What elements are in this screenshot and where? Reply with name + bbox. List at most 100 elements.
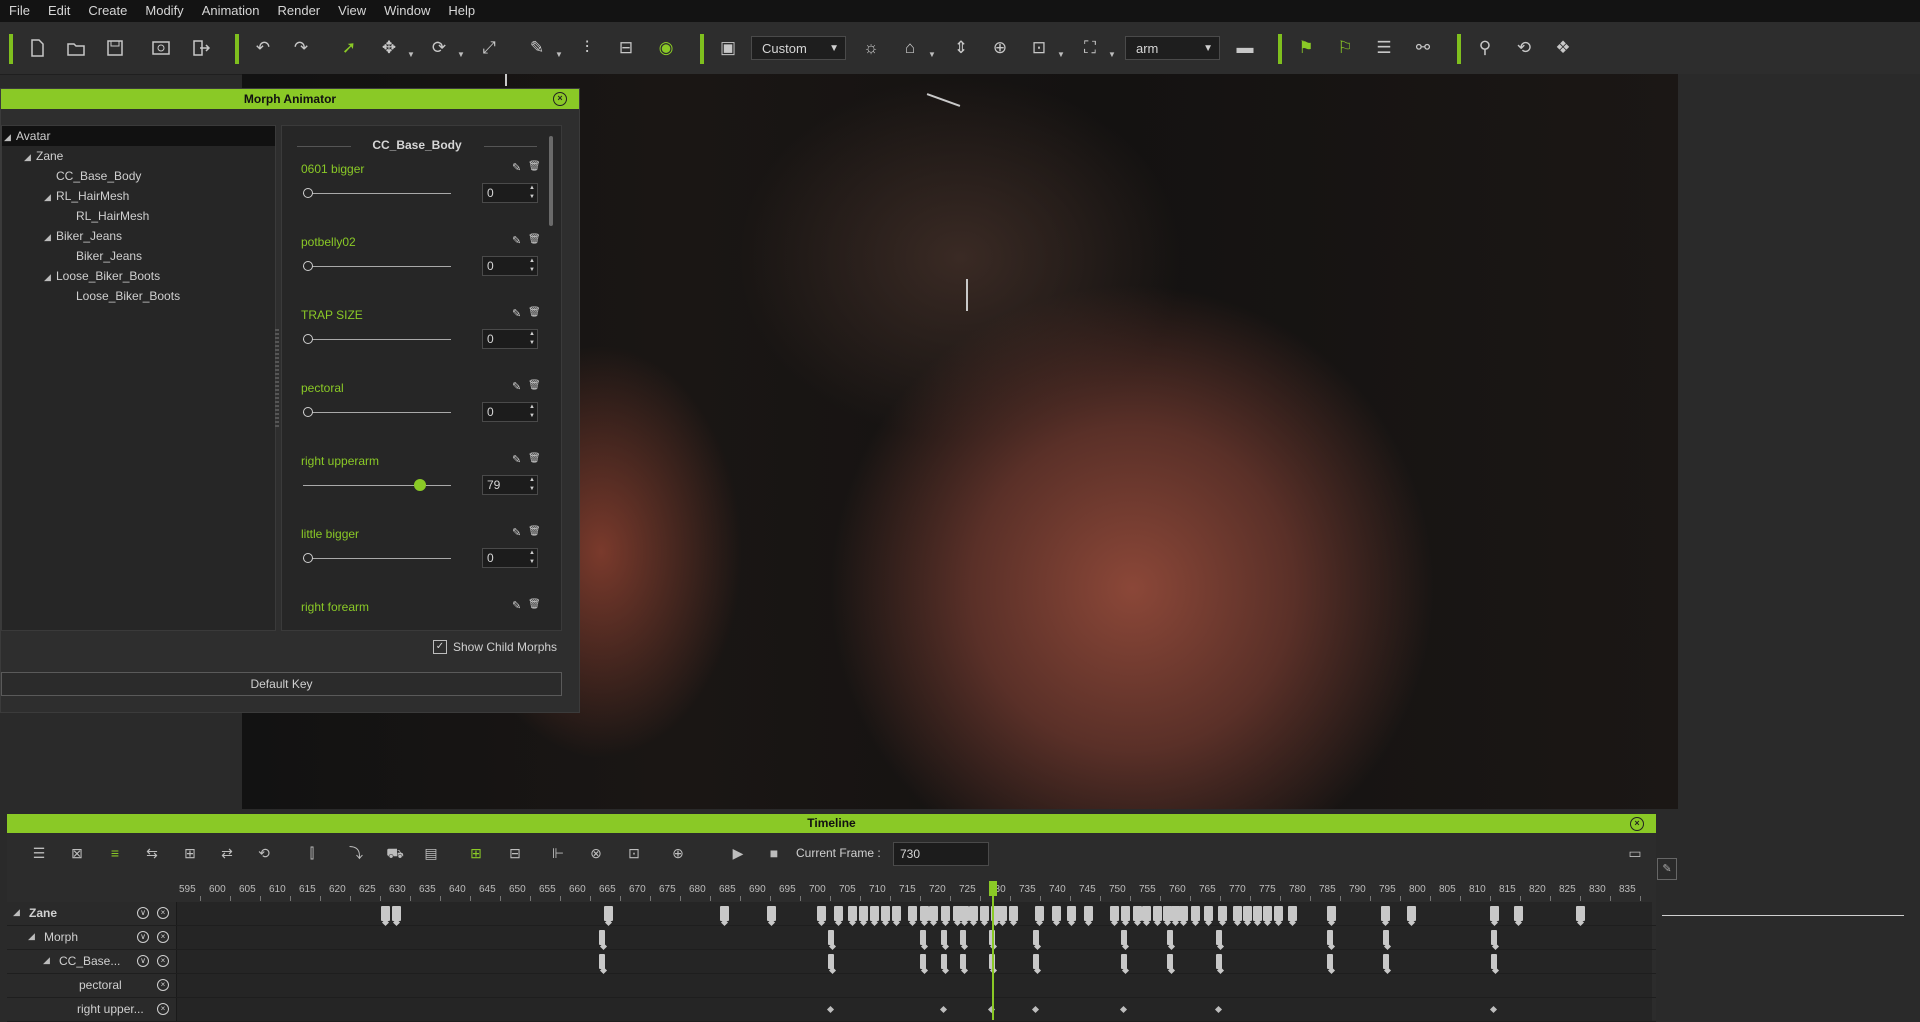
group-icon[interactable]: ❖	[1550, 35, 1576, 61]
bone-icon[interactable]: ⚯	[1410, 35, 1436, 61]
export-icon[interactable]	[188, 35, 214, 61]
keyframe[interactable]	[1216, 954, 1222, 969]
tree-item[interactable]: ◢ RL_HairMesh	[2, 186, 275, 206]
keyframe[interactable]	[604, 906, 613, 921]
morph-value-stepper[interactable]: 0 ▲ ▼	[482, 548, 538, 568]
timeline-track[interactable]: pectoral ×	[7, 974, 1656, 998]
keyframe[interactable]	[960, 906, 969, 921]
current-frame-input[interactable]: 730	[893, 842, 989, 866]
close-icon[interactable]: ×	[553, 92, 567, 106]
motion-loop-icon[interactable]: ⟲	[1511, 35, 1537, 61]
keyframe[interactable]	[767, 906, 776, 921]
remove-track-icon[interactable]: ×	[157, 931, 169, 943]
edit-brush-icon[interactable]: ✎	[524, 35, 550, 61]
trash-icon[interactable]: 🗑	[528, 380, 541, 391]
keyframe[interactable]	[1491, 954, 1497, 969]
step-up-icon[interactable]: ▲	[529, 258, 535, 265]
keyframe[interactable]	[834, 906, 843, 921]
keyframe[interactable]	[828, 954, 834, 969]
flag-icon[interactable]: ⚐	[1332, 35, 1358, 61]
keyframe[interactable]	[1489, 1005, 1498, 1014]
keyframe[interactable]	[1153, 906, 1162, 921]
tree-item[interactable]: Biker_Jeans	[2, 246, 275, 266]
stop-icon[interactable]: ■	[763, 843, 785, 863]
morph-value-stepper[interactable]: 0 ▲ ▼	[482, 183, 538, 203]
morph-value-stepper[interactable]: 79 ▲ ▼	[482, 475, 538, 495]
step-down-icon[interactable]: ▼	[529, 486, 535, 493]
keyframe[interactable]	[1327, 930, 1333, 945]
pose-dropdown[interactable]: arm ▼	[1125, 36, 1220, 60]
checkbox-checked-icon[interactable]: ✓	[433, 640, 447, 654]
ik-pose-icon[interactable]: ⚑	[1293, 35, 1319, 61]
redo-icon[interactable]: ↷	[288, 35, 314, 61]
show-child-morphs-checkbox[interactable]: ✓ Show Child Morphs	[433, 640, 557, 654]
keyframe[interactable]	[1216, 930, 1222, 945]
keyframe[interactable]	[828, 930, 834, 945]
new-file-icon[interactable]	[24, 35, 50, 61]
trash-icon[interactable]: 🗑	[528, 307, 541, 318]
menu-edit[interactable]: Edit	[39, 0, 79, 22]
keyframe[interactable]	[1576, 906, 1585, 921]
fit-vertical-icon[interactable]: ⇕	[948, 35, 974, 61]
trash-icon[interactable]: 🗑	[528, 161, 541, 172]
keyframe[interactable]	[859, 906, 868, 921]
keyframe[interactable]	[1218, 906, 1227, 921]
select-arrow-icon[interactable]: ➚	[336, 35, 362, 61]
visibility-eye-icon[interactable]: ◉	[653, 35, 679, 61]
remove-track-icon[interactable]: ×	[157, 907, 169, 919]
add-key-icon[interactable]: ⊞	[179, 843, 201, 863]
keyframe[interactable]	[941, 954, 947, 969]
insert-icon[interactable]: ⊩	[547, 843, 569, 863]
timeline-track[interactable]: ◢ CC_Base... ∨ ×	[7, 950, 1656, 974]
scale-icon[interactable]: ⤢	[476, 35, 502, 61]
zoom-icon[interactable]: ⊕	[667, 843, 689, 863]
expand-triangle-icon[interactable]: ◢	[24, 147, 36, 167]
edit-pencil-icon[interactable]: ✎	[512, 307, 521, 320]
keyframe[interactable]	[599, 930, 605, 945]
edit-pencil-icon[interactable]: ✎	[512, 161, 521, 174]
morph-slider-track[interactable]	[303, 412, 451, 413]
chevron-down-icon[interactable]: ▼	[555, 50, 563, 59]
panel-title-bar[interactable]: Morph Animator ×	[1, 89, 579, 109]
step-up-icon[interactable]: ▲	[529, 550, 535, 557]
trash-icon[interactable]: 🗑	[528, 234, 541, 245]
keyframe[interactable]	[1491, 930, 1497, 945]
keyframe[interactable]	[1121, 954, 1127, 969]
keyframe[interactable]	[1233, 906, 1242, 921]
keyframe[interactable]	[1327, 954, 1333, 969]
refresh-icon[interactable]: ⟲	[253, 843, 275, 863]
splitter-handle[interactable]	[275, 329, 279, 429]
keyframe[interactable]	[1274, 906, 1283, 921]
expand-triangle-icon[interactable]: ◢	[28, 931, 40, 942]
fit-icon[interactable]: ⊡	[623, 843, 645, 863]
track-list-icon[interactable]: ☰	[28, 843, 50, 863]
keyframe[interactable]	[980, 906, 989, 921]
keyframe[interactable]	[881, 906, 890, 921]
track-keys-area[interactable]	[177, 902, 1652, 925]
expand-triangle-icon[interactable]: ◢	[44, 187, 56, 207]
keyframe[interactable]	[892, 906, 901, 921]
keyframe[interactable]	[1191, 906, 1200, 921]
step-up-icon[interactable]: ▲	[529, 477, 535, 484]
morph-slider-knob[interactable]	[303, 407, 313, 417]
keyframe[interactable]	[908, 906, 917, 921]
keyframe[interactable]	[1084, 906, 1093, 921]
clipboard-icon[interactable]: ☰	[1371, 35, 1397, 61]
expand-keys-icon[interactable]: ∨	[137, 907, 149, 919]
tree-item[interactable]: CC_Base_Body	[2, 166, 275, 186]
swap-icon[interactable]: ⇆	[141, 843, 163, 863]
keyframe[interactable]	[1033, 954, 1039, 969]
keyframe[interactable]	[969, 906, 978, 921]
keyframe[interactable]	[1381, 906, 1390, 921]
keyframe[interactable]	[1490, 906, 1499, 921]
expand-keys-icon[interactable]: ∨	[137, 955, 149, 967]
keyframe[interactable]	[920, 954, 926, 969]
keyframe[interactable]	[1167, 930, 1173, 945]
keyframe[interactable]	[941, 930, 947, 945]
keyframe[interactable]	[1110, 906, 1119, 921]
tree-item[interactable]: RL_HairMesh	[2, 206, 275, 226]
collapse-icon[interactable]: ⊠	[66, 843, 88, 863]
keyframe[interactable]	[1031, 1005, 1040, 1014]
keyframe[interactable]	[1119, 1005, 1128, 1014]
keyframe[interactable]	[381, 906, 390, 921]
